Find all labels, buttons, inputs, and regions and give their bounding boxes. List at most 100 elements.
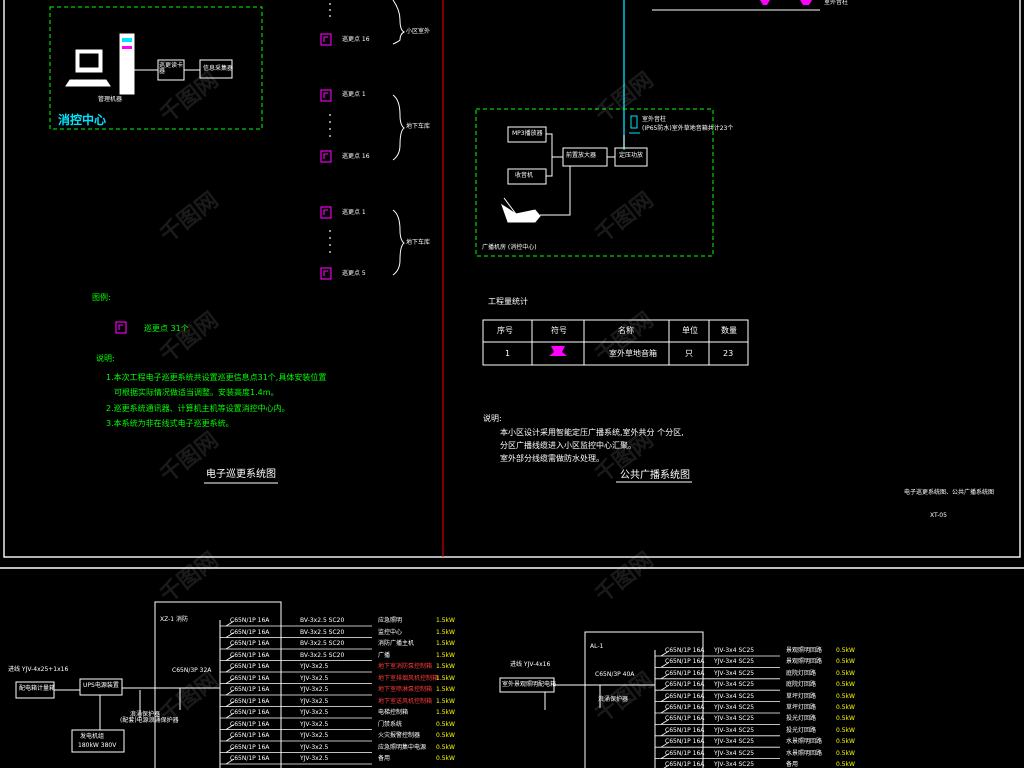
speaker-symbol-riser (629, 115, 640, 134)
ups-box-label: UPS电源装置 (83, 682, 119, 689)
interface-box-label: 巡更读卡器 (159, 62, 184, 75)
upper-drawing-frame (3, 0, 1021, 558)
circuit-name: 水景照明回路 (786, 738, 823, 746)
speaker-icon-table (549, 346, 567, 356)
circuit-name: 庭院灯回路 (786, 669, 817, 677)
circuit-load: 0.5kW (436, 720, 455, 728)
legend-title: 图例: (92, 293, 111, 302)
circuit-cable: YJV-3x4 SC25 (714, 761, 755, 768)
circuit-cable: YJV-3x4 SC25 (714, 681, 755, 689)
circuit-name: 应急照明集中电源 (378, 743, 427, 751)
circuit-name: 电梯控制箱 (378, 709, 409, 716)
circuit-cable: YJV-3x2.5 (300, 674, 329, 682)
circuit-cable: BV-3x2.5 SC20 (300, 617, 345, 624)
circuit-cable: YJV-3x2.5 (300, 743, 329, 751)
circuit-load: 1.5kW (436, 686, 455, 693)
circuit-name: 投光灯回路 (786, 715, 817, 723)
circuit-load: 1.5kW (436, 697, 455, 705)
microphone-icon (501, 197, 541, 223)
mp3-box-label: MP3播放器 (512, 130, 543, 137)
cabinet-header: AL-1 (590, 643, 604, 650)
circuit-cable: YJV-3x4 SC25 (714, 704, 755, 711)
broadcast-room-label: 广播机房 (消控中心) (482, 244, 537, 251)
circuit-cable: YJV-3x2.5 (300, 755, 329, 762)
control-center-title: 消控中心 (58, 113, 107, 127)
circuit-name: 地下室喷淋泵控制箱 (378, 686, 433, 693)
cabinet-header: XZ-1 消防 (160, 616, 189, 623)
patrol-point-label: 巡更点 16 (342, 36, 370, 43)
generator-label: 发电机组 (80, 733, 105, 740)
circuit-name: 地下室排烟风机控制箱 (378, 674, 439, 682)
circuit-name: 应急照明 (378, 617, 403, 624)
circuit-breaker: C65N/1P 16A (230, 628, 270, 636)
circuit-load: 1.5kW (436, 651, 455, 659)
circuit-cable: BV-3x2.5 SC20 (300, 651, 345, 659)
circuit-name: 地下室送风机控制箱 (378, 697, 433, 705)
circuit-cable: YJV-3x2.5 (300, 686, 329, 693)
circuit-name: 庭院灯回路 (786, 681, 817, 689)
patrol-point-label: 巡更点 5 (342, 270, 366, 277)
circuit-breaker: C65N/1P 16A (665, 726, 705, 734)
broadcast-notes-title: 说明: (483, 414, 502, 423)
patrol-note: 1.本次工程电子巡更系统共设置巡更信息点31个,具体安装位置 (106, 373, 327, 382)
circuit-cable: BV-3x2.5 SC20 (300, 640, 345, 647)
circuit-breaker: C65N/1P 16A (230, 743, 270, 751)
circuit-load: 0.5kW (436, 732, 455, 739)
circuit-breaker: C65N/1P 16A (665, 658, 705, 666)
circuit-name: 水景照明回路 (786, 749, 823, 757)
circuit-breaker: C65N/1P 16A (665, 715, 705, 723)
patrol-note: 3.本系统为非在线式电子巡更系统。 (106, 419, 234, 428)
circuit-load: 0.5kW (836, 749, 855, 757)
circuit-name: 景观照明回路 (786, 658, 823, 666)
speaker-icon-top (760, 0, 812, 5)
circuit-load: 0.5kW (836, 692, 855, 700)
circuit-cable: YJV-3x2.5 (300, 663, 329, 670)
circuit-cable: YJV-3x2.5 (300, 732, 329, 739)
circuit-cable: YJV-3x4 SC25 (714, 738, 755, 746)
circuit-breaker: C65N/1P 16A (230, 617, 270, 624)
circuit-load: 0.5kW (836, 704, 855, 711)
circuit-breaker: C65N/1P 16A (665, 738, 705, 746)
circuit-name: 地下室消防泵控制箱 (378, 663, 433, 670)
circuit-breaker: C65N/1P 16A (230, 732, 270, 739)
frame-code: XT-05 (930, 512, 947, 519)
frame-caption: 电子巡更系统图、公共广播系统图 (904, 489, 995, 496)
incoming-label: 进线 YJV-4x16 (510, 661, 551, 668)
circuit-breaker: C65N/1P 16A (665, 692, 705, 700)
table-cell: 只 (685, 349, 693, 358)
circuit-breaker: C65N/1P 16A (230, 674, 270, 682)
broadcast-note: 本小区设计采用智能定压广播系统,室外共分 个分区, (500, 428, 684, 437)
circuit-load: 1.5kW (436, 628, 455, 636)
circuit-load: 1.5kW (436, 640, 455, 647)
patrol-note: 可根据实际情况做适当调整。安装高度1.4m。 (114, 388, 279, 397)
patrol-group-label: 地下车库 (406, 239, 431, 246)
circuit-load: 0.5kW (836, 669, 855, 677)
circuit-breaker: C65N/1P 16A (230, 663, 270, 670)
broadcast-diagram-title: 公共广播系统图 (620, 470, 690, 481)
circuit-load: 0.5kW (436, 755, 455, 762)
circuit-name: 备用 (378, 755, 391, 762)
table-header: 数量 (721, 326, 737, 335)
circuit-breaker: C65N/1P 16A (230, 720, 270, 728)
circuit-cable: YJV-3x2.5 (300, 709, 329, 716)
circuit-load: 1.5kW (436, 617, 455, 624)
drawing-canvas (0, 0, 1024, 768)
circuit-name: 门禁系统 (378, 720, 403, 728)
patrol-point-label: 巡更点 1 (342, 209, 366, 216)
circuit-name: 草坪灯回路 (786, 692, 817, 700)
circuit-name: 备用 (786, 761, 799, 768)
circuit-breaker: C65N/1P 16A (230, 640, 270, 647)
circuit-cable: YJV-3x4 SC25 (714, 692, 755, 700)
patrol-diagram-title: 电子巡更系统图 (206, 469, 276, 480)
circuit-breaker: C65N/1P 16A (665, 669, 705, 677)
table-header: 符号 (551, 326, 567, 335)
circuit-load: 0.5kW (836, 715, 855, 723)
table-header: 单位 (682, 326, 698, 335)
circuit-name: 火灾报警控制器 (378, 732, 421, 739)
circuit-load: 0.5kW (836, 726, 855, 734)
circuit-load: 0.5kW (836, 761, 855, 768)
circuit-name: 监控中心 (378, 628, 403, 636)
circuit-breaker: C65N/1P 16A (665, 761, 705, 768)
circuit-breaker: C65N/1P 16A (665, 749, 705, 757)
patrol-group-label: 地下车库 (406, 123, 431, 130)
